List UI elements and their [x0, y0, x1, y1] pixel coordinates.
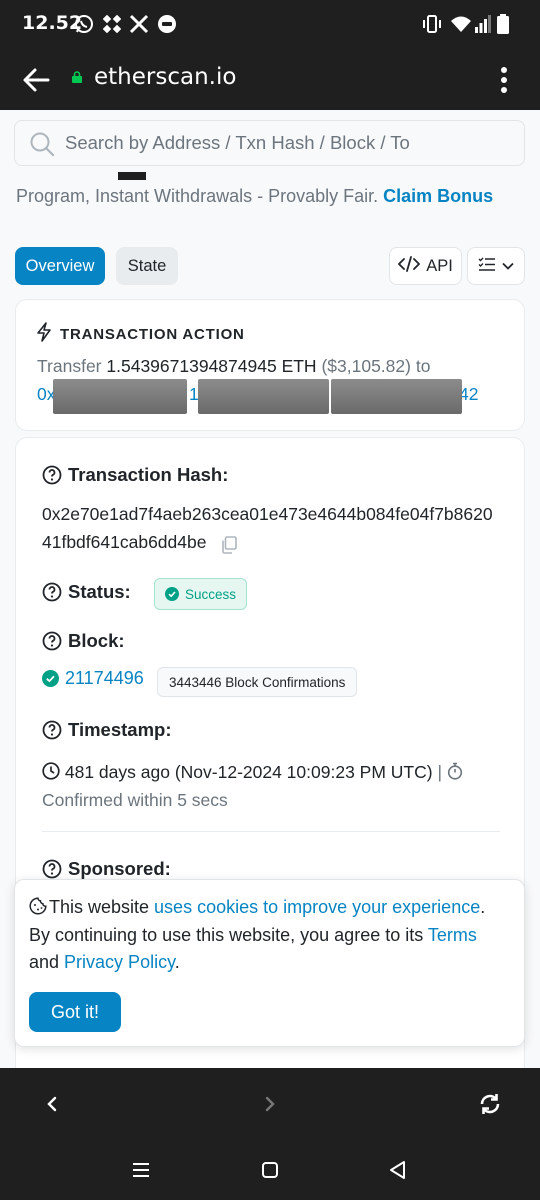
cookie-text: and [29, 952, 65, 972]
transaction-hash-text: 0x2e70e1ad7f4aeb263cea01e473e4644b084fe0… [42, 504, 493, 552]
confirmed-within-text: Confirmed within 5 secs [42, 790, 228, 810]
list-check-icon [478, 256, 496, 277]
separator: | [437, 762, 442, 782]
timestamp-text: 481 days ago (Nov-12-2024 10:09:23 PM UT… [64, 762, 433, 782]
home-icon[interactable] [256, 1156, 284, 1184]
status-badge: Success [154, 578, 247, 610]
block-confirmations-badge: 3443446 Block Confirmations [157, 667, 358, 697]
lightning-icon [36, 322, 52, 346]
more-vert-icon[interactable] [492, 65, 516, 95]
lock-icon[interactable] [72, 70, 82, 83]
timestamp-title: Timestamp: [68, 719, 172, 740]
claim-bonus-link[interactable]: Claim Bonus [383, 186, 493, 206]
redaction-block [53, 379, 187, 414]
block-title: Block: [68, 630, 125, 651]
system-navigation-bar [0, 1140, 540, 1200]
page-content: Search by Address / Txn Hash / Block / T… [0, 110, 540, 1068]
chevron-right-icon[interactable] [256, 1090, 284, 1118]
redaction-block [331, 379, 462, 414]
more-options-dropdown[interactable] [467, 247, 525, 285]
promo-fragment [118, 172, 146, 180]
cookie-text: . [174, 952, 180, 972]
sync-icon[interactable] [476, 1090, 504, 1118]
redaction-block [198, 379, 329, 414]
question-icon[interactable] [42, 631, 62, 651]
got-it-button[interactable]: Got it! [29, 992, 121, 1032]
cookie-icon [29, 897, 47, 915]
chevron-left-icon[interactable] [38, 1090, 66, 1118]
transaction-hash-title: Transaction Hash: [68, 464, 229, 485]
check-circle-icon [164, 587, 179, 601]
transfer-summary: Transfer 1.5439671394874945 ETH ($3,105.… [37, 356, 430, 377]
transaction-action-title: TRANSACTION ACTION [60, 325, 245, 343]
x-icon [128, 13, 150, 35]
transaction-action-heading: TRANSACTION ACTION [36, 322, 245, 346]
back-icon[interactable] [384, 1156, 412, 1184]
question-icon[interactable] [42, 859, 62, 879]
transfer-amount: 1.5439671394874945 ETH [106, 356, 317, 376]
terms-link[interactable]: Terms [428, 925, 477, 945]
recent-apps-icon[interactable] [127, 1156, 155, 1184]
status-title: Status: [68, 581, 131, 602]
transfer-to-word: to [415, 356, 431, 376]
copy-icon[interactable] [221, 534, 238, 555]
transaction-hash-value: 0x2e70e1ad7f4aeb263cea01e473e4644b084fe0… [42, 500, 502, 556]
code-icon [398, 255, 421, 277]
sponsored-title: Sponsored: [68, 858, 171, 879]
block-number-link[interactable]: 21174496 [65, 668, 144, 689]
block-info: 21174496 [42, 668, 144, 689]
promo-banner: Program, Instant Withdrawals - Provably … [16, 186, 493, 207]
tab-overview[interactable]: Overview [15, 247, 105, 285]
search-placeholder: Search by Address / Txn Hash / Block / T… [65, 132, 410, 153]
check-circle-icon [42, 670, 59, 687]
api-label: API [426, 256, 453, 275]
back-arrow-icon[interactable] [20, 64, 52, 96]
tab-state[interactable]: State [116, 247, 178, 285]
timestamp-label: Timestamp: [42, 719, 172, 741]
question-icon[interactable] [42, 465, 62, 485]
status-text: Success [184, 586, 237, 602]
clock-icon [42, 762, 60, 780]
sponsored-label: Sponsored: [42, 858, 171, 880]
cookie-consent-banner: This website uses cookies to improve you… [14, 879, 525, 1047]
promo-text: Program, Instant Withdrawals - Provably … [16, 186, 379, 206]
cookie-policy-link[interactable]: uses cookies to improve your experience [154, 897, 480, 917]
status-bar: 12.52 [0, 0, 540, 48]
transfer-verb: Transfer [37, 356, 102, 376]
vibrate-icon [422, 13, 442, 35]
search-input[interactable]: Search by Address / Txn Hash / Block / T… [14, 120, 525, 166]
divider [42, 831, 500, 832]
battery-icon [496, 13, 510, 35]
block-label: Block: [42, 630, 125, 652]
browser-toolbar: etherscan.io [0, 48, 540, 110]
address-bar-url[interactable]: etherscan.io [94, 64, 236, 90]
wifi-icon [450, 13, 472, 35]
search-icon [29, 131, 55, 157]
stopwatch-icon [447, 762, 462, 780]
transaction-hash-label: Transaction Hash: [42, 464, 228, 486]
status-label: Status: [42, 581, 131, 603]
timestamp-value: 481 days ago (Nov-12-2024 10:09:23 PM UT… [42, 758, 492, 814]
app-icon [102, 13, 122, 35]
whatsapp-icon [74, 13, 94, 35]
privacy-policy-link[interactable]: Privacy Policy [64, 952, 175, 972]
signal-icon [474, 13, 492, 35]
message-icon [156, 13, 178, 35]
api-button[interactable]: API [389, 247, 462, 285]
question-icon[interactable] [42, 582, 62, 602]
chevron-down-icon [502, 257, 514, 275]
question-icon[interactable] [42, 720, 62, 740]
browser-bottom-bar [0, 1068, 540, 1140]
cookie-message: This website uses cookies to improve you… [29, 894, 509, 977]
cookie-text: This website [49, 897, 155, 917]
transfer-usd-value: ($3,105.82) [321, 356, 411, 376]
